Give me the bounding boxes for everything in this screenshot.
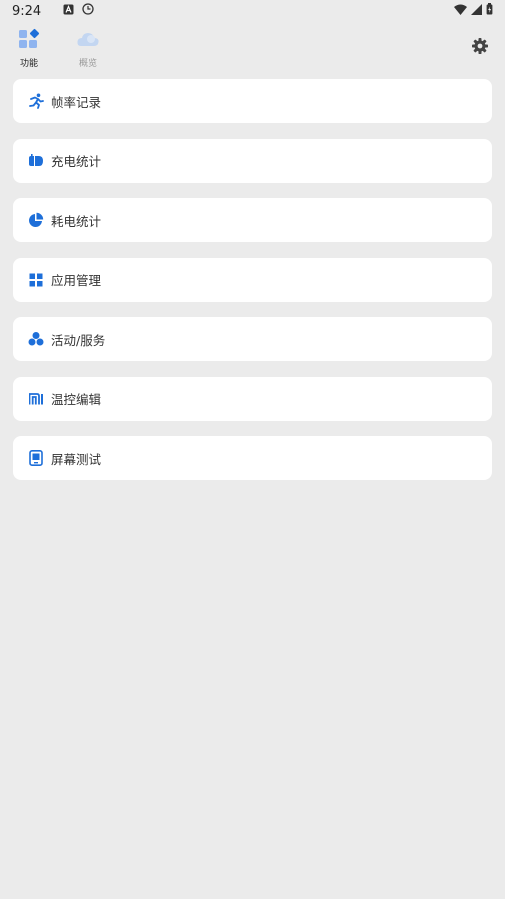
menu-item-label: 温控编辑 <box>51 392 102 407</box>
grid-icon <box>28 272 44 288</box>
status-left: 9:24 <box>12 3 94 19</box>
cloud-icon <box>76 28 100 54</box>
battery-icon <box>486 3 493 19</box>
status-bar: 9:24 <box>0 0 505 22</box>
tab-overview[interactable]: 概览 <box>71 28 105 69</box>
header: 功能 概览 <box>0 28 505 69</box>
menu-item-label: 屏幕测试 <box>51 451 102 467</box>
status-time: 9:24 <box>12 3 42 19</box>
charging-icon <box>28 153 44 169</box>
settings-button[interactable] <box>471 37 489 55</box>
tab-label: 概览 <box>78 59 97 69</box>
menu-item-label: 应用管理 <box>51 273 102 288</box>
gear-icon <box>471 38 489 59</box>
functions-icon <box>18 28 40 54</box>
menu-item-screen-test[interactable]: 屏幕测试 <box>13 436 492 480</box>
status-right <box>454 3 493 19</box>
pie-chart-icon <box>28 212 44 228</box>
running-icon <box>28 93 44 109</box>
menu-item-power-stats[interactable]: 耗电统计 <box>13 198 492 242</box>
menu-item-label: 活动/服务 <box>51 332 106 348</box>
clock-icon <box>82 3 94 19</box>
notification-a-icon <box>63 4 74 19</box>
menu-item-activity-service[interactable]: 活动/服务 <box>13 317 492 361</box>
feature-list: 帧率记录 充电统计 耗电统计 应用管理 活动/服务 温控编辑 屏幕测试 <box>13 79 492 496</box>
wifi-icon <box>454 4 467 19</box>
menu-item-thermal-edit[interactable]: 温控编辑 <box>13 376 492 421</box>
menu-item-fps-record[interactable]: 帧率记录 <box>13 79 492 123</box>
signal-icon <box>471 3 482 19</box>
menu-item-label: 耗电统计 <box>51 213 102 229</box>
menu-item-label: 帧率记录 <box>51 94 102 110</box>
menu-item-label: 充电统计 <box>51 154 102 169</box>
screen-icon <box>28 450 44 466</box>
menu-item-charging-stats[interactable]: 充电统计 <box>13 138 492 183</box>
activity-icon <box>28 331 44 347</box>
menu-item-app-management[interactable]: 应用管理 <box>13 257 492 302</box>
mi-logo-icon <box>28 391 44 407</box>
tab-functions[interactable]: 功能 <box>12 28 46 69</box>
tab-label: 功能 <box>19 59 38 69</box>
